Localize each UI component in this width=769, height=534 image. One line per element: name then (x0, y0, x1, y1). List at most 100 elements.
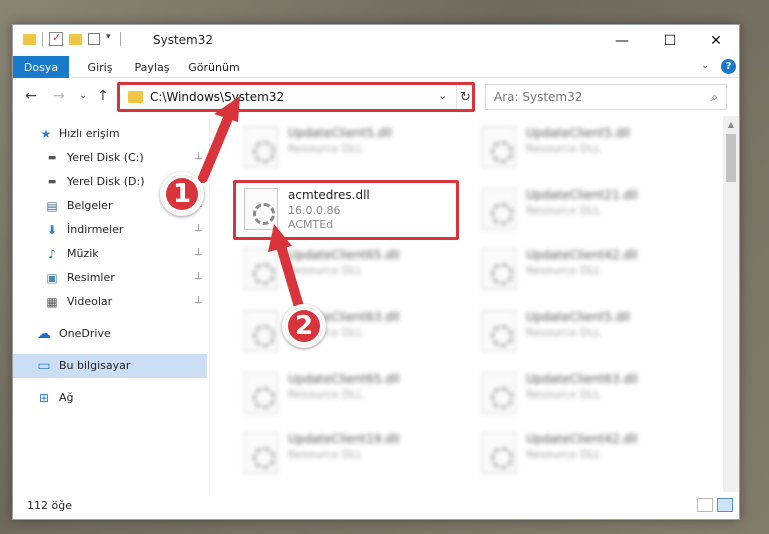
view-options-icon[interactable] (88, 33, 100, 45)
sidebar-item-label: Bu bilgisayar (59, 359, 131, 372)
large-icons-view-icon[interactable] (717, 498, 733, 512)
sidebar-item-music[interactable]: ♪ Müzik ⊥ (13, 242, 207, 266)
toolbar-separator (42, 32, 43, 46)
file-name: UpdateClient5.dll (288, 126, 392, 140)
file-description: Resource DLL (288, 142, 363, 155)
up-button[interactable]: ↑ (97, 88, 109, 104)
file-list: UpdateClient5.dll Resource DLL acmtedres… (210, 116, 723, 492)
sidebar-item-label: Videolar (67, 295, 113, 308)
dll-file-icon (482, 432, 516, 474)
tab-share[interactable]: Paylaş (127, 56, 177, 78)
file-description: Resource DLL (288, 264, 363, 277)
file-item[interactable]: UpdateClient5.dll Resource DLL (476, 306, 696, 356)
folder-icon (23, 33, 36, 45)
details-view-icon[interactable] (697, 498, 713, 512)
file-item[interactable]: UpdateClient65.dll Resource DLL (238, 368, 458, 418)
sidebar-item-label: Yerel Disk (D:) (67, 175, 145, 188)
file-item[interactable]: UpdateClient42.dll Resource DLL (476, 244, 696, 294)
vertical-scrollbar[interactable]: ▲ (723, 116, 739, 492)
documents-icon: ▤ (46, 199, 58, 213)
maximize-button[interactable]: ☐ (647, 25, 693, 56)
customize-toolbar-icon[interactable]: ▾ (106, 32, 114, 46)
file-description: Resource DLL (526, 448, 601, 461)
file-name: UpdateClient63.dll (526, 372, 638, 386)
scroll-up-icon[interactable]: ▲ (723, 116, 739, 132)
quick-access-toolbar: ✓ ▾ (23, 31, 121, 46)
file-item[interactable]: UpdateClient65.dll Resource DLL (238, 244, 458, 294)
dll-file-icon (482, 188, 516, 230)
sidebar-item-quick-access[interactable]: ★ Hızlı erişim (13, 122, 207, 146)
file-name: UpdateClient5.dll (526, 310, 630, 324)
file-name: UpdateClient65.dll (288, 372, 400, 386)
sidebar-item-drive-c[interactable]: ▬ Yerel Disk (C:) ⊥ (13, 146, 207, 170)
sidebar-item-videos[interactable]: ▦ Videolar ⊥ (13, 290, 207, 314)
expand-ribbon-icon[interactable]: ⌄ (701, 60, 709, 71)
dll-file-icon (482, 310, 516, 352)
file-item[interactable]: UpdateClient63.dll Resource DLL (476, 368, 696, 418)
sidebar-item-label: Resimler (67, 271, 115, 284)
file-item[interactable]: UpdateClient63.dll Resource DLL (238, 306, 458, 356)
dll-file-icon (244, 432, 278, 474)
drive-icon: ▬ (47, 153, 57, 163)
recent-locations-button[interactable]: ⌄ (79, 90, 87, 101)
scroll-thumb[interactable] (726, 134, 736, 182)
file-item[interactable]: UpdateClient5.dll Resource DLL (476, 122, 696, 172)
file-item[interactable]: UpdateClient5.dll Resource DLL (238, 122, 458, 172)
file-item[interactable]: UpdateClient19.dll Resource DLL (238, 428, 458, 478)
pin-icon[interactable]: ⊥ (194, 223, 203, 234)
toolbar-separator (120, 32, 121, 46)
tab-view[interactable]: Görünüm (183, 56, 245, 78)
back-button[interactable]: ← (25, 88, 37, 104)
pin-icon[interactable]: ⊥ (194, 295, 203, 306)
tab-file[interactable]: Dosya (13, 56, 69, 78)
sidebar-item-network[interactable]: ⊞ Ağ (13, 386, 207, 410)
explorer-window: ✓ ▾ System32 — ☐ ✕ Dosya Giriş Paylaş Gö… (12, 24, 740, 520)
dll-file-icon (244, 372, 278, 414)
dll-file-icon (482, 126, 516, 168)
minimize-button[interactable]: — (599, 25, 645, 56)
search-box[interactable]: Ara: System32 ⌕ (485, 84, 727, 110)
file-item[interactable]: UpdateClient42.dll Resource DLL (476, 428, 696, 478)
file-name: UpdateClient19.dll (288, 432, 400, 446)
dll-file-icon (244, 126, 278, 168)
sidebar-item-onedrive[interactable]: ☁ OneDrive (13, 322, 207, 346)
music-icon: ♪ (48, 247, 56, 261)
forward-button[interactable]: → (53, 88, 65, 104)
file-description: Resource DLL (288, 388, 363, 401)
ribbon-tabs: Dosya Giriş Paylaş Görünüm ⌄ ? (13, 56, 739, 78)
file-name: UpdateClient42.dll (526, 248, 638, 262)
file-name: UpdateClient65.dll (288, 248, 400, 262)
pin-icon[interactable]: ⊥ (194, 247, 203, 258)
search-input[interactable]: Ara: System32 (494, 90, 582, 104)
properties-icon[interactable]: ✓ (49, 31, 63, 46)
file-highlight-box (233, 180, 459, 240)
dll-file-icon (244, 248, 278, 290)
dll-file-icon (244, 310, 278, 352)
new-folder-icon[interactable] (69, 33, 82, 45)
search-icon[interactable]: ⌕ (711, 90, 718, 105)
dll-file-icon (482, 248, 516, 290)
file-description: Resource DLL (288, 448, 363, 461)
item-count: 112 öğe (27, 499, 72, 512)
sidebar-item-label: Yerel Disk (C:) (67, 151, 144, 164)
videos-icon: ▦ (46, 295, 58, 309)
step-1-badge: 1 (160, 172, 204, 216)
computer-icon: ▭ (37, 358, 51, 374)
pictures-icon: ▣ (46, 271, 58, 285)
tab-home[interactable]: Giriş (77, 56, 123, 78)
close-button[interactable]: ✕ (693, 25, 739, 56)
drive-icon: ▬ (47, 177, 57, 187)
file-description: Resource DLL (526, 142, 601, 155)
pin-icon[interactable]: ⊥ (194, 151, 203, 162)
help-icon[interactable]: ? (721, 59, 736, 74)
dll-file-icon (482, 372, 516, 414)
cloud-icon: ☁ (37, 326, 51, 342)
sidebar-item-downloads[interactable]: ⬇ İndirmeler ⊥ (13, 218, 207, 242)
window-title: System32 (153, 33, 214, 47)
sidebar-item-label: İndirmeler (67, 223, 124, 236)
sidebar-item-pictures[interactable]: ▣ Resimler ⊥ (13, 266, 207, 290)
file-item[interactable]: UpdateClient21.dll Resource DLL (476, 184, 696, 234)
pin-icon[interactable]: ⊥ (194, 271, 203, 282)
file-name: UpdateClient42.dll (526, 432, 638, 446)
sidebar-item-this-pc[interactable]: ▭ Bu bilgisayar (13, 354, 207, 378)
